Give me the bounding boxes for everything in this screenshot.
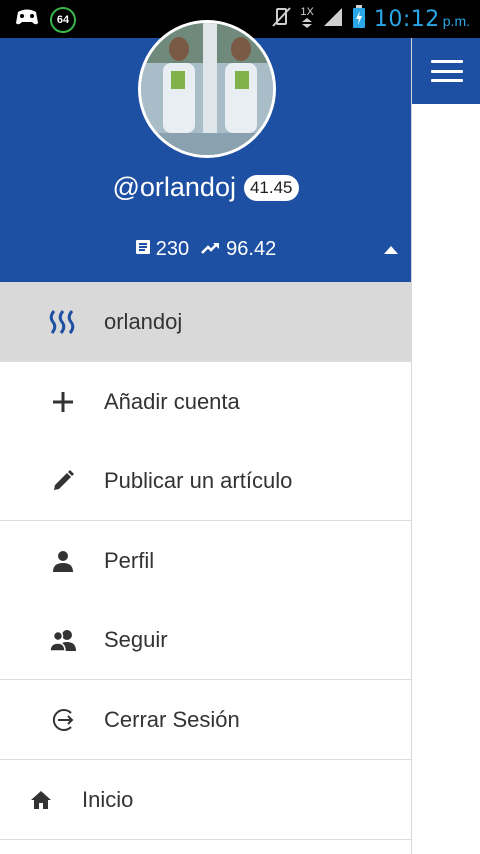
navigation-drawer: @orlandoj 41.45 230 96.42 orlandoj Añadi… bbox=[0, 20, 411, 854]
account-label: orlandoj bbox=[104, 308, 183, 334]
plus-icon bbox=[46, 385, 80, 419]
menu-item-profile[interactable]: Perfil bbox=[0, 521, 411, 601]
person-icon bbox=[46, 544, 80, 578]
battery-percent-badge: 64 bbox=[50, 6, 76, 33]
gamepad-icon bbox=[14, 6, 40, 33]
accounts-toggle-caret-icon[interactable] bbox=[384, 246, 398, 254]
reputation-badge: 41.45 bbox=[243, 174, 299, 201]
signal-strength-icon bbox=[322, 6, 344, 33]
trending-up-icon bbox=[201, 238, 221, 261]
clock-ampm: p.m. bbox=[442, 12, 470, 29]
post-count-value: 230 bbox=[155, 238, 190, 260]
menu-item-label: Cerrar Sesión bbox=[104, 706, 240, 732]
hamburger-menu-button[interactable] bbox=[412, 38, 480, 104]
pencil-icon bbox=[46, 464, 80, 498]
app-screen: 64 1X 10:12 p.m. @orlandoj 41.45 230 96.… bbox=[0, 0, 480, 854]
voting-power-stat: 96.42 bbox=[201, 238, 276, 261]
avatar-photo bbox=[141, 23, 273, 155]
document-icon bbox=[135, 238, 151, 261]
avatar[interactable] bbox=[138, 20, 276, 158]
clock-time: 10:12 bbox=[373, 6, 440, 32]
post-count-stat: 230 bbox=[135, 238, 189, 261]
home-icon bbox=[24, 783, 58, 817]
people-icon bbox=[46, 623, 80, 657]
stats-row: 230 96.42 bbox=[0, 238, 411, 261]
vibrate-off-icon bbox=[270, 5, 292, 34]
hamburger-icon bbox=[430, 60, 463, 82]
network-type-indicator: 1X bbox=[300, 6, 314, 31]
status-bar-left: 64 bbox=[14, 6, 76, 33]
network-type-label: 1X bbox=[300, 6, 314, 18]
steem-logo-icon bbox=[46, 305, 80, 339]
data-arrows-icon bbox=[301, 18, 313, 31]
menu-item-label: Añadir cuenta bbox=[104, 388, 240, 414]
nav-item-label: Inicio bbox=[82, 786, 134, 812]
menu-item-publish-article[interactable]: Publicar un artículo bbox=[0, 441, 411, 521]
logout-icon bbox=[46, 703, 80, 737]
battery-charging-icon bbox=[352, 4, 366, 34]
menu-item-label: Perfil bbox=[104, 547, 155, 573]
account-item-orlandoj[interactable]: orlandoj bbox=[0, 282, 411, 362]
username: @orlandoj bbox=[112, 172, 236, 202]
status-bar-right: 1X 10:12 p.m. bbox=[270, 2, 470, 36]
drawer-header: @orlandoj 41.45 230 96.42 bbox=[0, 20, 411, 282]
menu-item-label: Seguir bbox=[104, 626, 168, 652]
username-row: @orlandoj 41.45 bbox=[0, 172, 411, 203]
menu-item-label: Publicar un artículo bbox=[104, 467, 293, 493]
main-content-edge bbox=[411, 38, 480, 854]
menu-item-logout[interactable]: Cerrar Sesión bbox=[0, 680, 411, 760]
voting-power-value: 96.42 bbox=[226, 238, 277, 260]
menu-item-add-account[interactable]: Añadir cuenta bbox=[0, 362, 411, 442]
menu-item-follow[interactable]: Seguir bbox=[0, 600, 411, 680]
clock: 10:12 p.m. bbox=[374, 7, 470, 32]
nav-item-home[interactable]: Inicio bbox=[0, 760, 411, 840]
